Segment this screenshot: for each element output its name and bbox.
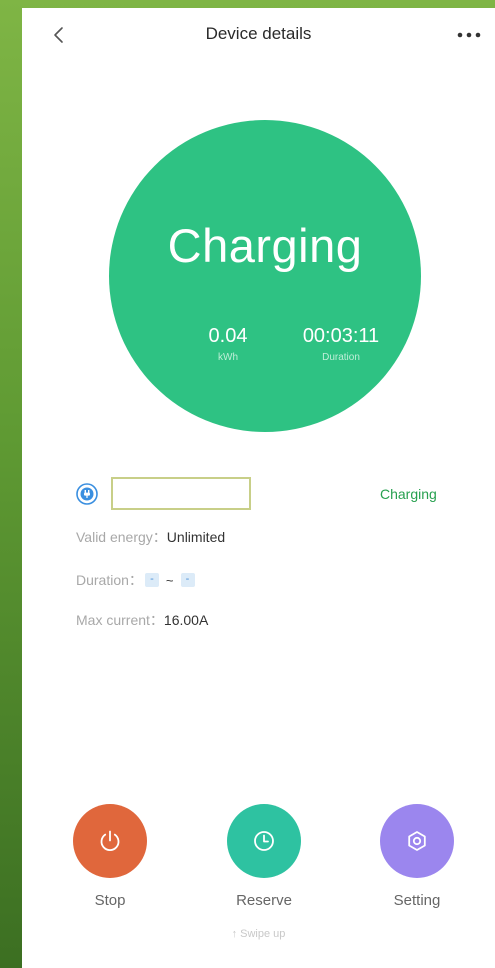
valid-energy-value: Unlimited [166,529,226,545]
reserve-button[interactable]: Reserve [224,804,304,909]
reserve-button-circle[interactable] [227,804,301,878]
stop-button[interactable]: Stop [70,804,150,909]
energy-unit: kWh [218,352,238,363]
more-button[interactable] [451,20,487,50]
valid-energy-row: Valid energy：Unlimited [76,527,225,547]
top-bar: Device details [22,8,495,62]
charging-status-circle: Charging 0.04 kWh 00:03:11 Duration [109,120,421,432]
stop-label: Stop [94,892,126,909]
plug-icon [76,483,98,505]
max-current-value: 16.00A [163,612,209,628]
device-name-box [111,477,251,510]
clock-icon [254,831,274,851]
duration-end-chip: - [180,573,195,587]
valid-energy-label: Valid energy： [76,529,167,545]
phone-screen: Device details Charging 0.04 kWh 00:03:1… [22,8,495,968]
duration-row: Duration： - ~ - [76,570,197,590]
energy-metric: 0.04 kWh [191,325,265,363]
duration-metric: 00:03:11 Duration [287,325,395,363]
gear-icon [408,831,426,851]
max-current-row: Max current：16.00A [76,610,208,630]
duration-row-label: Duration： [76,572,143,588]
energy-value: 0.04 [208,325,248,347]
page-title: Device details [205,24,312,43]
stop-button-circle[interactable] [73,804,147,878]
more-dots-icon [457,32,481,38]
duration-value: 00:03:11 [302,325,380,347]
max-current-label: Max current： [76,612,164,628]
duration-separator: ~ [165,572,174,588]
duration-start-chip: - [144,573,159,587]
swipe-up-hint[interactable]: ↑ Swipe up [22,928,495,940]
duration-label: Duration [322,352,360,363]
setting-button[interactable]: Setting [377,804,457,909]
setting-label: Setting [393,892,441,909]
setting-button-circle[interactable] [380,804,454,878]
reserve-label: Reserve [236,892,292,909]
device-status-text: Charging [380,486,437,502]
charging-status-text: Charging [167,219,363,272]
power-icon [100,830,120,852]
